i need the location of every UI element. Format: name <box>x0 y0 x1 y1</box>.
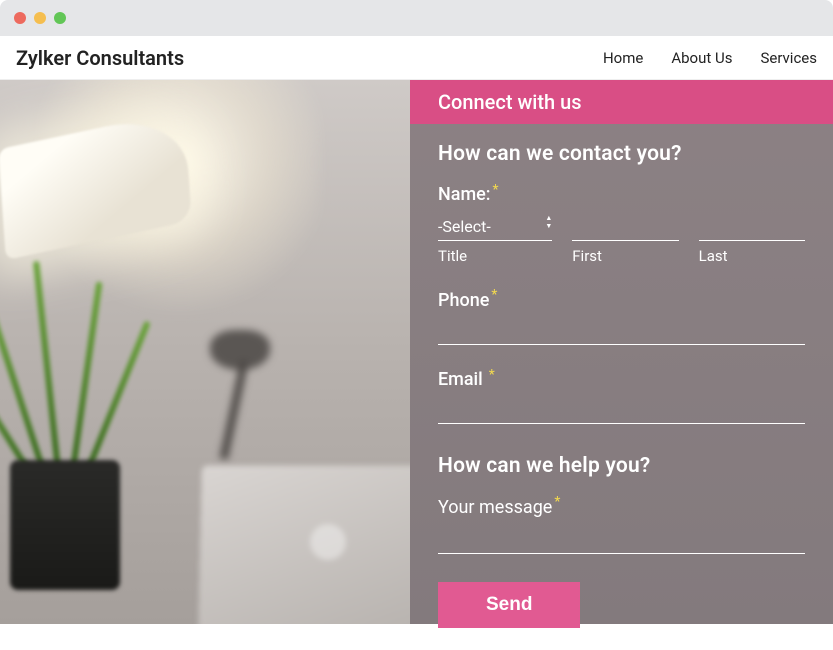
window-minimize-dot[interactable] <box>34 12 46 24</box>
select-arrows-icon: ▲▼ <box>545 215 552 230</box>
window-close-dot[interactable] <box>14 12 26 24</box>
required-mark: * <box>489 367 495 383</box>
send-button[interactable]: Send <box>438 582 580 628</box>
form-header: Connect with us <box>410 80 833 124</box>
last-name-input[interactable] <box>699 214 805 241</box>
form-body: How can we contact you? Name:* -Select- … <box>410 124 833 650</box>
help-section-title: How can we help you? <box>438 454 805 478</box>
brand-name: Zylker Consultants <box>16 46 184 70</box>
name-field-group: Name:* -Select- ▲▼ Title First <box>438 182 805 265</box>
phone-input[interactable] <box>438 319 805 345</box>
phone-field: Phone* <box>438 287 805 344</box>
content: Connect with us How can we contact you? … <box>0 80 833 624</box>
navbar: Zylker Consultants Home About Us Service… <box>0 36 833 80</box>
nav-about[interactable]: About Us <box>671 49 732 67</box>
phone-label: Phone <box>438 290 489 311</box>
email-input[interactable] <box>438 398 805 424</box>
message-input[interactable] <box>438 524 805 554</box>
nav-home[interactable]: Home <box>603 49 643 67</box>
name-label: Name: <box>438 184 491 205</box>
last-sublabel: Last <box>699 247 805 265</box>
message-label: Your message* <box>438 494 805 518</box>
hero-image <box>0 80 410 624</box>
email-label: Email <box>438 369 483 390</box>
contact-section-title: How can we contact you? <box>438 142 805 166</box>
required-mark: * <box>491 287 497 303</box>
first-name-input[interactable] <box>572 214 678 241</box>
browser-chrome <box>0 0 833 36</box>
email-field: Email * <box>438 367 805 424</box>
nav-services[interactable]: Services <box>760 49 817 67</box>
title-select[interactable]: -Select- <box>438 213 552 241</box>
contact-form-panel: Connect with us How can we contact you? … <box>410 80 833 624</box>
required-mark: * <box>493 182 499 198</box>
first-sublabel: First <box>572 247 678 265</box>
nav-links: Home About Us Services <box>603 49 817 67</box>
help-section: How can we help you? Your message* <box>438 454 805 554</box>
title-sublabel: Title <box>438 247 552 265</box>
window-maximize-dot[interactable] <box>54 12 66 24</box>
required-mark: * <box>554 494 560 510</box>
